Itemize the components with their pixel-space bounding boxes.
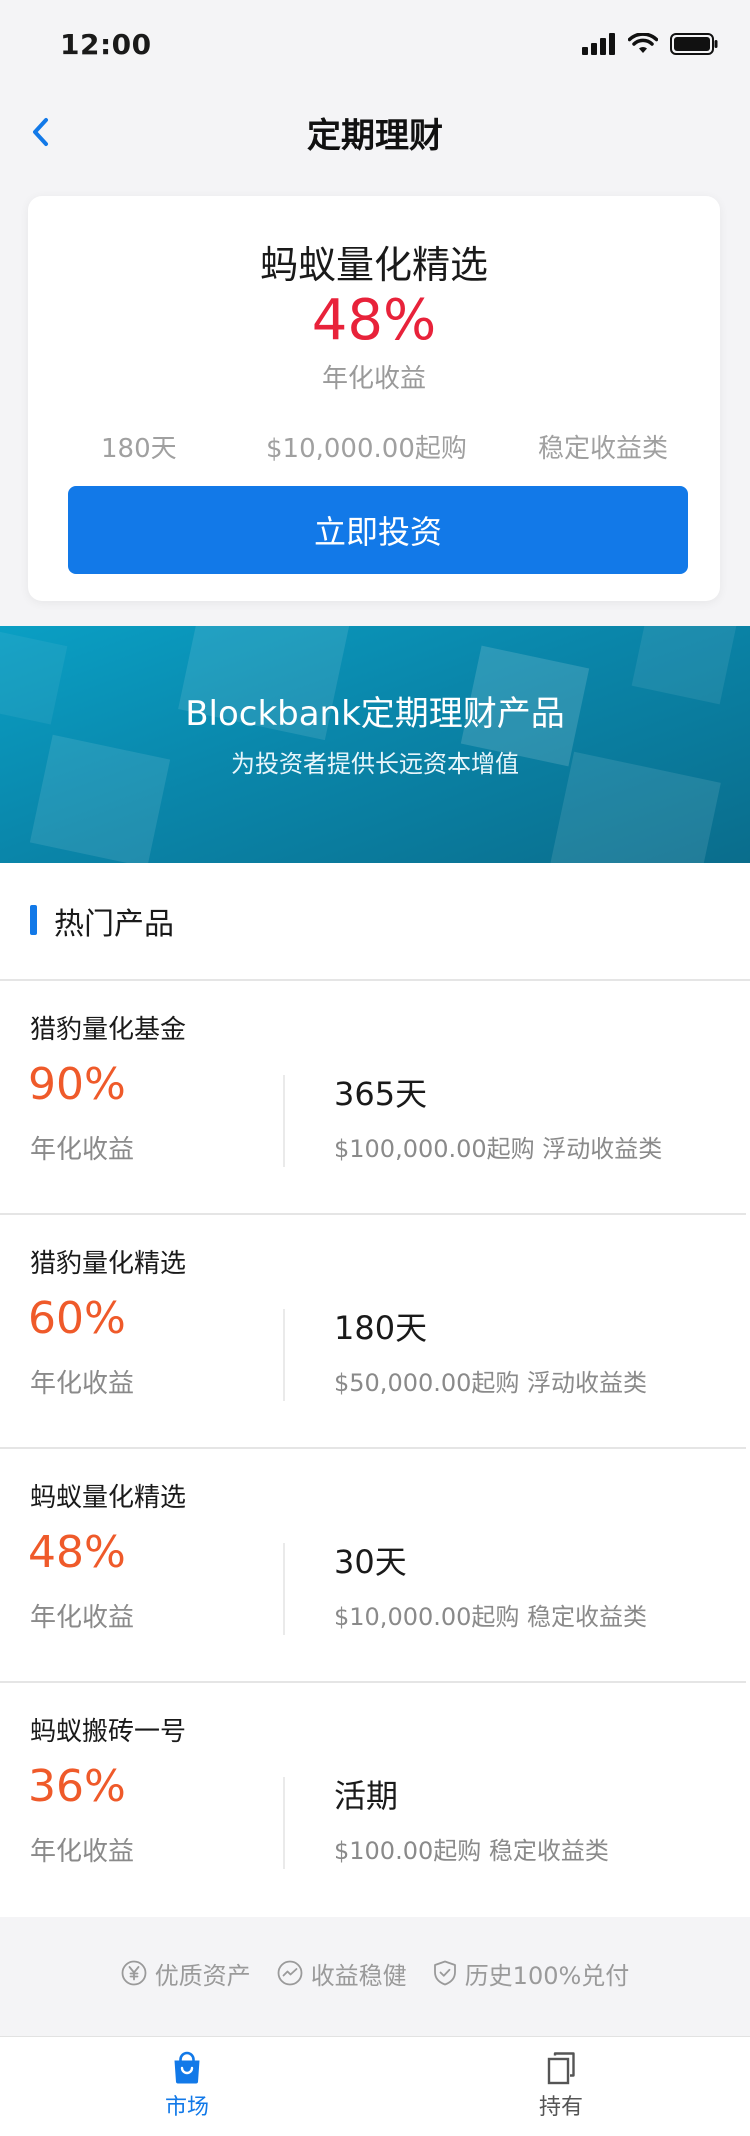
product-name: 猎豹量化精选	[30, 1249, 187, 1279]
trust-badge: 历史100%兑付	[433, 1956, 630, 1991]
product-rate: 48%	[28, 1527, 126, 1578]
product-row[interactable]: 猎豹量化精选 60% 年化收益 180天 $50,000.00起购 浮动收益类	[0, 1215, 750, 1449]
section-accent-bar	[30, 905, 37, 935]
product-rate: 90%	[28, 1059, 126, 1110]
status-icons	[582, 33, 718, 55]
promo-banner[interactable]: Blockbank定期理财产品 为投资者提供长远资本增值	[0, 626, 750, 863]
shopping-bag-icon	[174, 2051, 200, 2084]
row-divider	[283, 1543, 285, 1635]
tab-holdings[interactable]: 持有	[481, 2051, 641, 2131]
featured-term: 180天	[101, 434, 177, 464]
wifi-icon	[628, 33, 658, 53]
product-rate-label: 年化收益	[30, 1369, 135, 1399]
product-rate: 36%	[28, 1761, 126, 1812]
copy-icon	[547, 2052, 575, 2085]
row-divider	[283, 1309, 285, 1401]
signal-icon	[582, 33, 615, 55]
featured-rate-label: 年化收益	[321, 364, 426, 394]
product-name: 猎豹量化基金	[30, 1015, 187, 1045]
product-term: 活期	[334, 1777, 399, 1815]
featured-product-name: 蚂蚁量化精选	[259, 243, 488, 287]
trust-badge: 收益稳健	[277, 1956, 407, 1991]
product-description: $10,000.00起购 稳定收益类	[334, 1603, 648, 1631]
nav-bar: 定期理财	[0, 88, 750, 176]
trust-badge-label: 历史100%兑付	[464, 1961, 630, 1990]
product-rate: 60%	[28, 1293, 126, 1344]
trust-badge-label: 优质资产	[154, 1961, 251, 1990]
trend-circle-icon	[277, 1960, 303, 1986]
tab-label: 市场	[164, 2095, 209, 2120]
product-description: $50,000.00起购 浮动收益类	[334, 1369, 648, 1397]
hot-products-section: 热门产品 猎豹量化基金 90% 年化收益 365天 $100,000.00起购 …	[0, 863, 750, 1917]
banner-subtitle: 为投资者提供长远资本增值	[231, 750, 519, 778]
product-term: 30天	[334, 1543, 407, 1581]
product-name: 蚂蚁量化精选	[30, 1483, 187, 1513]
status-time: 12:00	[60, 27, 152, 61]
invest-now-button[interactable]: 立即投资	[68, 486, 688, 574]
product-rate-label: 年化收益	[30, 1135, 135, 1165]
row-divider	[283, 1075, 285, 1167]
product-row[interactable]: 蚂蚁搬砖一号 36% 年化收益 活期 $100.00起购 稳定收益类	[0, 1683, 750, 1917]
product-term: 180天	[334, 1309, 428, 1347]
trust-badge-label: 收益稳健	[310, 1961, 407, 1990]
product-row[interactable]: 蚂蚁量化精选 48% 年化收益 30天 $10,000.00起购 稳定收益类	[0, 1449, 750, 1683]
yen-circle-icon	[121, 1960, 147, 1986]
row-divider	[283, 1777, 285, 1869]
section-header: 热门产品	[0, 863, 750, 981]
featured-product-card[interactable]: 蚂蚁量化精选 48% 年化收益 180天 $10,000.00起购 稳定收益类 …	[28, 196, 720, 601]
battery-icon	[670, 33, 718, 55]
featured-product-meta: 180天 $10,000.00起购 稳定收益类	[28, 428, 720, 468]
product-rate-label: 年化收益	[30, 1837, 135, 1867]
section-title: 热门产品	[54, 907, 174, 942]
chevron-left-icon	[33, 118, 48, 146]
trust-badges: 优质资产 收益稳健 历史100%兑付	[0, 1945, 750, 2001]
featured-category: 稳定收益类	[538, 434, 669, 464]
page-title: 定期理财	[307, 115, 443, 156]
bottom-tab-bar: 市场 持有	[0, 2036, 750, 2136]
banner-title: Blockbank定期理财产品	[185, 694, 565, 734]
featured-min-amount: $10,000.00起购	[266, 434, 467, 464]
tab-market[interactable]: 市场	[107, 2051, 267, 2131]
product-description: $100,000.00起购 浮动收益类	[334, 1135, 663, 1163]
trust-badge: 优质资产	[121, 1956, 251, 1991]
tab-label: 持有	[538, 2095, 583, 2120]
product-description: $100.00起购 稳定收益类	[334, 1837, 609, 1865]
featured-product-rate: 48%	[311, 288, 437, 353]
product-rate-label: 年化收益	[30, 1603, 135, 1633]
product-name: 蚂蚁搬砖一号	[30, 1717, 187, 1747]
status-bar: 12:00	[0, 0, 750, 88]
product-row[interactable]: 猎豹量化基金 90% 年化收益 365天 $100,000.00起购 浮动收益类	[0, 981, 750, 1215]
shield-check-icon	[433, 1960, 456, 1986]
back-button[interactable]	[18, 110, 62, 154]
product-term: 365天	[334, 1075, 428, 1113]
